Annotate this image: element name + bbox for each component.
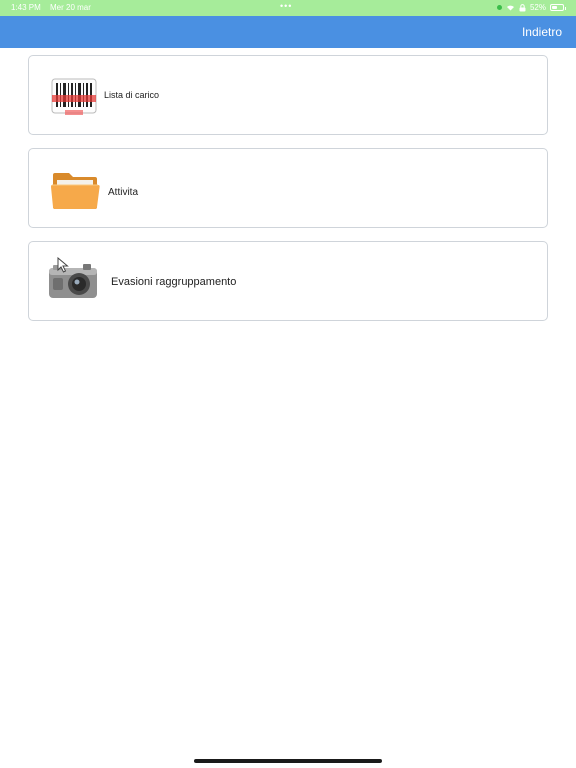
barcode-scanner-icon	[51, 78, 97, 121]
multitasking-dots[interactable]: •••	[280, 1, 292, 11]
folder-icon	[51, 171, 101, 216]
status-time: 1:43 PM	[11, 3, 41, 12]
camera-in-use-icon	[496, 5, 502, 10]
mouse-pointer-icon	[57, 256, 69, 278]
menu-item-label: Attivita	[108, 187, 139, 198]
battery-percentage: 52%	[529, 3, 546, 12]
menu-item-evasioni-raggruppamento[interactable]: Evasioni raggruppamento	[28, 241, 548, 321]
status-indicators: 52%	[496, 3, 566, 12]
wifi-icon	[506, 4, 515, 11]
status-date: Mer 20 mar	[50, 3, 91, 12]
menu-item-label: Evasioni raggruppamento	[111, 276, 237, 288]
camera-icon	[47, 262, 99, 305]
menu-item-lista-di-carico[interactable]: Lista di carico	[28, 55, 548, 135]
orientation-lock-icon	[519, 3, 526, 12]
battery-icon	[550, 4, 566, 11]
menu-item-attivita[interactable]: Attivita	[28, 148, 548, 228]
navigation-bar: Indietro	[0, 16, 576, 48]
menu-item-label: Lista di carico	[104, 90, 160, 100]
back-button[interactable]: Indietro	[522, 25, 562, 39]
battery-level-fill	[552, 6, 557, 9]
status-bar: 1:43 PM Mer 20 mar ••• 52%	[0, 0, 576, 16]
home-indicator[interactable]	[194, 759, 382, 763]
